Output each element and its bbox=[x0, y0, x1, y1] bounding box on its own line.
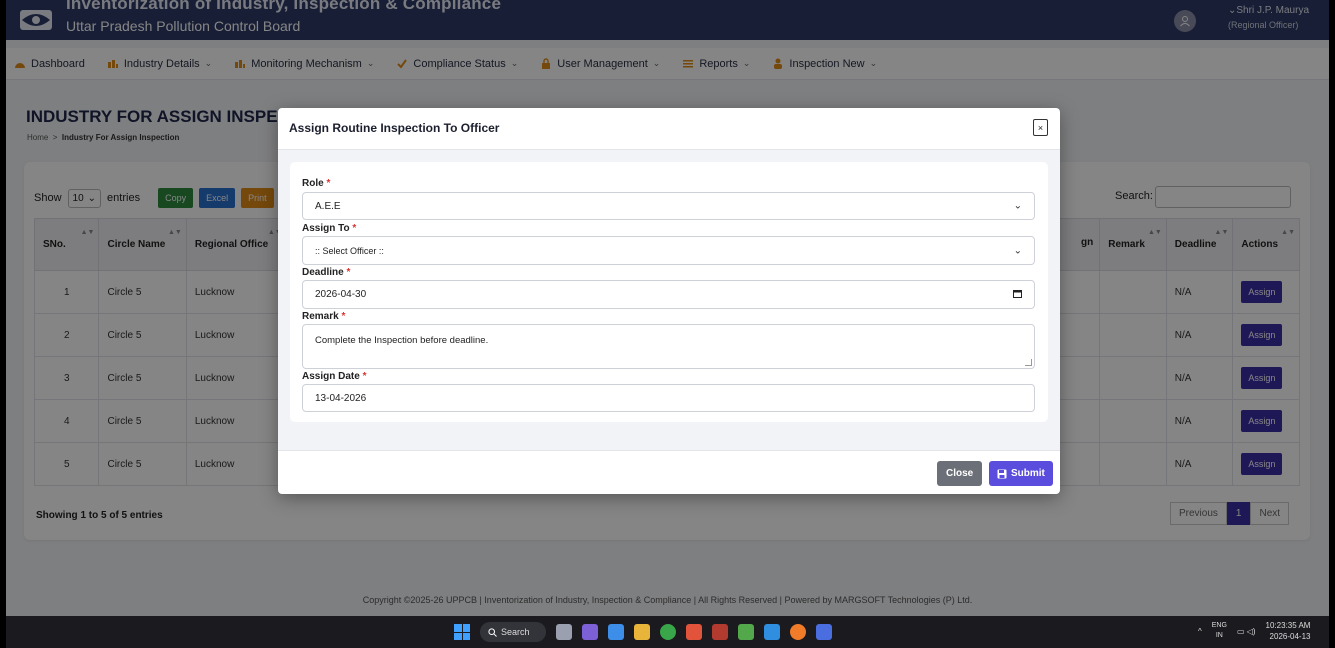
system-clock[interactable]: 10:23:35 AM 2026-04-13 bbox=[1266, 620, 1311, 642]
system-tray: ^ ENG IN ▭ ◁) 10:23:35 AM 2026-04-13 bbox=[1198, 620, 1310, 642]
remark-textarea[interactable]: Complete the Inspection before deadline. bbox=[302, 324, 1035, 369]
assign-form: Role * A.E.E ⌄ Assign To * :: Select Off… bbox=[290, 162, 1048, 422]
visual-studio-icon[interactable] bbox=[582, 624, 598, 640]
outlook-icon[interactable] bbox=[764, 624, 780, 640]
teams-icon[interactable] bbox=[816, 624, 832, 640]
brave-browser-icon[interactable] bbox=[686, 624, 702, 640]
chrome-icon[interactable] bbox=[660, 624, 676, 640]
app-frame: Inventorization of Industry, Inspection … bbox=[6, 0, 1329, 648]
os-taskbar: Search ^ ENG IN ▭ ◁) 10:23:35 AM 2026-04… bbox=[6, 616, 1329, 648]
assign-date-input[interactable]: 13-04-2026 bbox=[302, 384, 1035, 412]
chevron-up-icon[interactable]: ^ bbox=[1198, 627, 1202, 636]
modal-footer: Close Submit bbox=[278, 450, 1060, 494]
chevron-down-icon: ⌄ bbox=[1013, 245, 1022, 256]
modal-body: Role * A.E.E ⌄ Assign To * :: Select Off… bbox=[278, 150, 1060, 450]
close-icon[interactable]: × bbox=[1033, 119, 1048, 136]
deadline-date-input[interactable]: 2026-04-30 bbox=[302, 280, 1035, 309]
chevron-down-icon: ⌄ bbox=[1013, 200, 1022, 212]
assign-inspection-modal: Assign Routine Inspection To Officer × R… bbox=[278, 108, 1060, 494]
save-icon bbox=[997, 469, 1007, 478]
app-icon[interactable] bbox=[790, 624, 806, 640]
notepad-icon[interactable] bbox=[738, 624, 754, 640]
resize-handle-icon[interactable] bbox=[1025, 359, 1032, 366]
taskbar-apps: Search bbox=[454, 622, 832, 642]
calendar-icon[interactable] bbox=[1013, 289, 1022, 301]
remark-label: Remark * bbox=[302, 311, 346, 322]
search-icon bbox=[488, 627, 497, 637]
close-button[interactable]: Close bbox=[937, 461, 983, 486]
role-select[interactable]: A.E.E ⌄ bbox=[302, 192, 1035, 220]
modal-header: Assign Routine Inspection To Officer × bbox=[278, 108, 1060, 150]
deadline-label: Deadline * bbox=[302, 267, 351, 278]
file-explorer-icon[interactable] bbox=[634, 624, 650, 640]
task-view-icon[interactable] bbox=[556, 624, 572, 640]
assign-to-label: Assign To * bbox=[302, 223, 357, 234]
app-icon[interactable] bbox=[608, 624, 624, 640]
submit-button[interactable]: Submit bbox=[989, 461, 1053, 486]
taskbar-search[interactable]: Search bbox=[480, 622, 546, 642]
assign-date-label: Assign Date * bbox=[302, 371, 367, 382]
language-indicator[interactable]: ENG IN bbox=[1212, 621, 1227, 641]
filezilla-icon[interactable] bbox=[712, 624, 728, 640]
assign-to-select[interactable]: :: Select Officer :: ⌄ bbox=[302, 236, 1035, 265]
network-speaker-icon[interactable]: ▭ ◁) bbox=[1237, 627, 1256, 636]
modal-title: Assign Routine Inspection To Officer bbox=[289, 121, 500, 135]
role-label: Role * bbox=[302, 178, 331, 189]
windows-start-icon[interactable] bbox=[454, 624, 470, 640]
